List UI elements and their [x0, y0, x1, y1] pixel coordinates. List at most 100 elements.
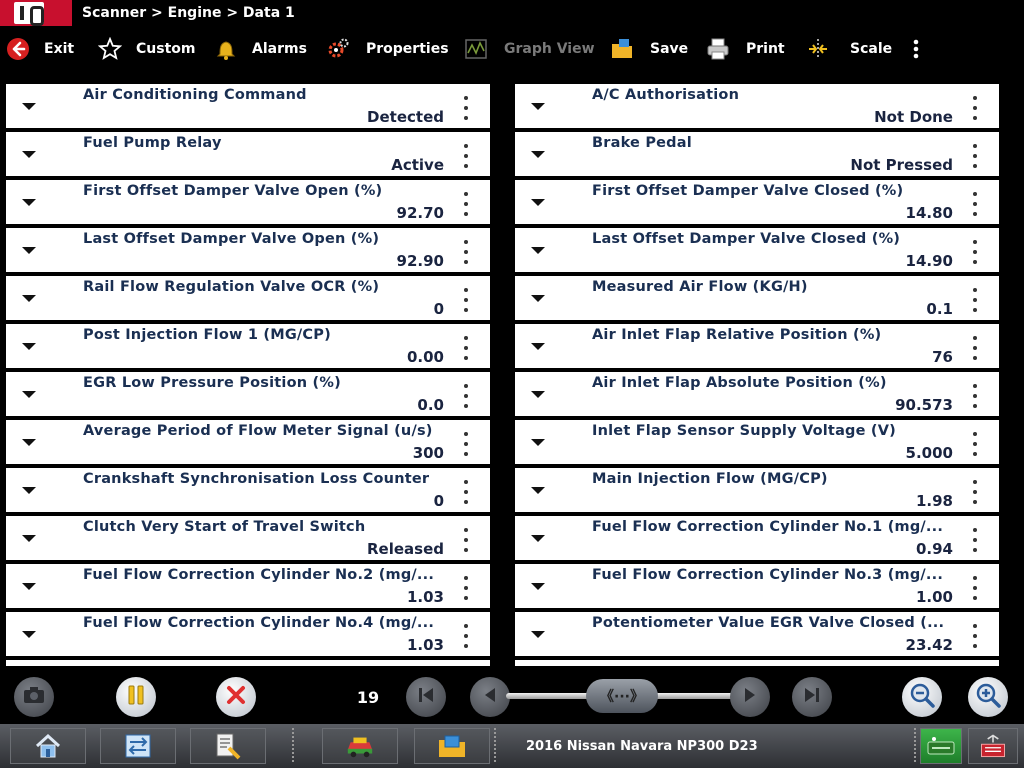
- data-row[interactable]: Fuel Pump Relay Active: [6, 132, 490, 176]
- pause-button[interactable]: [116, 677, 156, 717]
- data-row[interactable]: Last Offset Damper Valve Open (%) 92.90: [6, 228, 490, 272]
- print-button[interactable]: Print: [706, 30, 785, 68]
- expand-arrow-icon[interactable]: [22, 535, 36, 542]
- data-row[interactable]: Fuel Flow Correction Cylinder No.4 (mg/.…: [6, 612, 490, 656]
- row-menu-icon[interactable]: [971, 288, 979, 312]
- custom-button[interactable]: Custom: [98, 30, 195, 68]
- row-menu-icon[interactable]: [971, 240, 979, 264]
- expand-arrow-icon[interactable]: [22, 439, 36, 446]
- row-menu-icon[interactable]: [462, 384, 470, 408]
- row-menu-icon[interactable]: [971, 192, 979, 216]
- expand-arrow-icon[interactable]: [531, 199, 545, 206]
- scale-button[interactable]: Scale: [806, 30, 892, 68]
- scrub-handle[interactable]: 《···》: [586, 679, 658, 713]
- step-back-button[interactable]: [470, 677, 510, 717]
- row-menu-icon[interactable]: [462, 528, 470, 552]
- data-row[interactable]: Post Injection Flow 1 (MG/CP) 0.00: [6, 324, 490, 368]
- data-row[interactable]: A/C Authorisation Not Done: [515, 84, 999, 128]
- expand-arrow-icon[interactable]: [22, 631, 36, 638]
- data-row[interactable]: Main Injection Flow (MG/CP) 1.98: [515, 468, 999, 512]
- step-forward-button[interactable]: [730, 677, 770, 717]
- row-menu-icon[interactable]: [462, 240, 470, 264]
- data-tools-button[interactable]: [190, 728, 266, 764]
- data-row[interactable]: Crankshaft Synchronisation Loss Counter 0: [6, 468, 490, 512]
- data-row[interactable]: Air Inlet Flap Absolute Position (%) 90.5…: [515, 372, 999, 416]
- expand-arrow-icon[interactable]: [531, 439, 545, 446]
- zoom-out-button[interactable]: [902, 677, 942, 717]
- data-row[interactable]: Clutch Very Start of Travel Switch Releas…: [6, 516, 490, 560]
- row-menu-icon[interactable]: [971, 384, 979, 408]
- data-row[interactable]: Last Offset Damper Valve Closed (%) 14.90: [515, 228, 999, 272]
- row-menu-icon[interactable]: [462, 624, 470, 648]
- data-row-partial[interactable]: [515, 660, 999, 666]
- data-row[interactable]: First Offset Damper Valve Open (%) 92.70: [6, 180, 490, 224]
- row-menu-icon[interactable]: [971, 624, 979, 648]
- zoom-in-button[interactable]: [968, 677, 1008, 717]
- data-row[interactable]: Average Period of Flow Meter Signal (u/s…: [6, 420, 490, 464]
- expand-arrow-icon[interactable]: [22, 295, 36, 302]
- more-menu-button[interactable]: [904, 30, 934, 68]
- properties-button[interactable]: Properties: [326, 30, 449, 68]
- expand-arrow-icon[interactable]: [531, 103, 545, 110]
- expand-arrow-icon[interactable]: [531, 583, 545, 590]
- save-button[interactable]: Save: [610, 30, 688, 68]
- home-button[interactable]: [10, 728, 86, 764]
- scanner-app-button[interactable]: [414, 728, 490, 764]
- connection-status-button[interactable]: [920, 728, 962, 764]
- data-row[interactable]: Rail Flow Regulation Valve OCR (%) 0: [6, 276, 490, 320]
- scanner-logo-icon[interactable]: [0, 0, 72, 26]
- graph-view-button[interactable]: Graph View: [464, 30, 595, 68]
- row-menu-icon[interactable]: [462, 480, 470, 504]
- expand-arrow-icon[interactable]: [531, 295, 545, 302]
- row-menu-icon[interactable]: [971, 432, 979, 456]
- expand-arrow-icon[interactable]: [22, 343, 36, 350]
- row-menu-icon[interactable]: [971, 576, 979, 600]
- expand-arrow-icon[interactable]: [22, 103, 36, 110]
- switch-view-button[interactable]: [100, 728, 176, 764]
- data-row[interactable]: Air Inlet Flap Relative Position (%) 76: [515, 324, 999, 368]
- expand-arrow-icon[interactable]: [22, 199, 36, 206]
- row-menu-icon[interactable]: [462, 144, 470, 168]
- stop-button[interactable]: [216, 677, 256, 717]
- data-row[interactable]: Inlet Flap Sensor Supply Voltage (V) 5.00…: [515, 420, 999, 464]
- data-row[interactable]: Fuel Flow Correction Cylinder No.2 (mg/.…: [6, 564, 490, 608]
- row-menu-icon[interactable]: [971, 528, 979, 552]
- expand-arrow-icon[interactable]: [531, 391, 545, 398]
- row-menu-icon[interactable]: [462, 192, 470, 216]
- vehicle-app-button[interactable]: [322, 728, 398, 764]
- row-menu-icon[interactable]: [462, 288, 470, 312]
- skip-to-start-button[interactable]: [406, 677, 446, 717]
- data-row[interactable]: Air Conditioning Command Detected: [6, 84, 490, 128]
- alarms-button[interactable]: Alarms: [214, 30, 307, 68]
- row-menu-icon[interactable]: [971, 144, 979, 168]
- expand-arrow-icon[interactable]: [22, 487, 36, 494]
- expand-arrow-icon[interactable]: [531, 631, 545, 638]
- expand-arrow-icon[interactable]: [22, 391, 36, 398]
- expand-arrow-icon[interactable]: [22, 247, 36, 254]
- data-row[interactable]: Potentiometer Value EGR Valve Closed (..…: [515, 612, 999, 656]
- expand-arrow-icon[interactable]: [531, 343, 545, 350]
- expand-arrow-icon[interactable]: [531, 487, 545, 494]
- row-menu-icon[interactable]: [462, 336, 470, 360]
- expand-arrow-icon[interactable]: [531, 535, 545, 542]
- data-row[interactable]: Brake Pedal Not Pressed: [515, 132, 999, 176]
- expand-arrow-icon[interactable]: [531, 151, 545, 158]
- data-row[interactable]: First Offset Damper Valve Closed (%) 14.8…: [515, 180, 999, 224]
- row-menu-icon[interactable]: [971, 336, 979, 360]
- expand-arrow-icon[interactable]: [22, 151, 36, 158]
- row-menu-icon[interactable]: [971, 96, 979, 120]
- skip-to-end-button[interactable]: [792, 677, 832, 717]
- expand-arrow-icon[interactable]: [531, 247, 545, 254]
- row-menu-icon[interactable]: [462, 96, 470, 120]
- row-menu-icon[interactable]: [462, 432, 470, 456]
- exit-button[interactable]: Exit: [6, 30, 74, 68]
- expand-arrow-icon[interactable]: [22, 583, 36, 590]
- row-menu-icon[interactable]: [462, 576, 470, 600]
- data-row-partial[interactable]: [6, 660, 490, 666]
- vci-status-button[interactable]: [968, 728, 1018, 764]
- data-row[interactable]: Measured Air Flow (KG/H) 0.1: [515, 276, 999, 320]
- data-row[interactable]: Fuel Flow Correction Cylinder No.1 (mg/.…: [515, 516, 999, 560]
- data-row[interactable]: EGR Low Pressure Position (%) 0.0: [6, 372, 490, 416]
- data-row[interactable]: Fuel Flow Correction Cylinder No.3 (mg/.…: [515, 564, 999, 608]
- row-menu-icon[interactable]: [971, 480, 979, 504]
